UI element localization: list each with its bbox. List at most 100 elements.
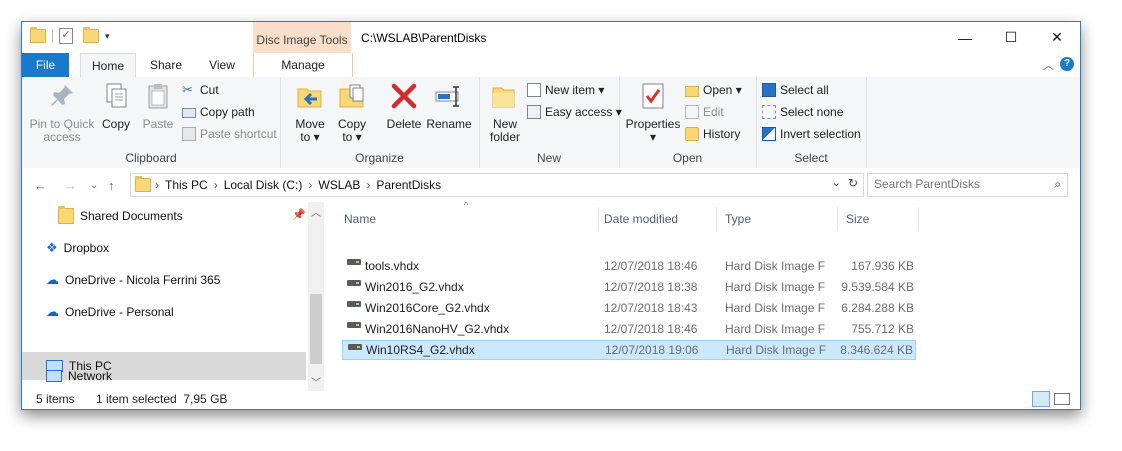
nav-item-onedrive-personal[interactable]: ☁ OneDrive - Personal (22, 298, 306, 326)
history-icon (685, 127, 699, 141)
search-icon[interactable]: ⌕ (1054, 177, 1061, 192)
file-date: 12/07/2018 18:38 (604, 280, 698, 294)
column-date-modified[interactable]: Date modified (604, 207, 717, 231)
breadcrumb-wslab[interactable]: WSLAB (318, 178, 360, 192)
new-folder-button[interactable]: New folder (485, 81, 525, 144)
customize-dropdown-icon[interactable]: ▾ (105, 31, 110, 42)
easy-access-button[interactable]: Easy access ▾ (527, 105, 622, 119)
quick-access-toolbar: ✓ ▾ (30, 27, 110, 44)
window-title: C:\WSLAB\ParentDisks (361, 31, 487, 45)
scroll-up-icon[interactable]: ︿ (311, 204, 321, 219)
nav-item-shared-documents[interactable]: Shared Documents 📌 (22, 202, 306, 230)
vhdx-file-icon (348, 344, 362, 350)
vhdx-file-icon (347, 301, 361, 307)
breadcrumb-local-disk[interactable]: Local Disk (C:) (224, 178, 303, 192)
pin-label-2: access (43, 130, 81, 144)
table-row-selected[interactable]: Win10RS4_G2.vhdx 12/07/2018 19:06 Hard D… (342, 340, 916, 360)
table-row[interactable]: Win2016Core_G2.vhdx 12/07/2018 18:43 Har… (342, 298, 916, 318)
clipboard-icon (148, 84, 168, 109)
move-to-button[interactable]: Move to ▾ (292, 81, 328, 144)
copy-button[interactable]: Copy (98, 81, 134, 131)
table-row[interactable]: Win2016_G2.vhdx 12/07/2018 18:38 Hard Di… (342, 277, 916, 297)
address-bar[interactable]: › This PC › Local Disk (C:) › WSLAB › Pa… (130, 173, 864, 197)
folder-icon[interactable] (30, 27, 46, 43)
select-none-button[interactable]: Select none (762, 105, 843, 119)
properties-dropdown[interactable]: ▾ (625, 131, 681, 144)
tab-home[interactable]: Home (80, 53, 136, 79)
copy-icon (106, 83, 127, 108)
table-row[interactable]: tools.vhdx 12/07/2018 18:46 Hard Disk Im… (342, 256, 916, 276)
column-type[interactable]: Type (725, 207, 838, 231)
rename-button[interactable]: Rename (426, 81, 472, 131)
recent-locations-icon[interactable]: ⌄ (90, 180, 98, 191)
tab-file[interactable]: File (22, 53, 69, 77)
copy-to-button[interactable]: Copy to ▾ (334, 81, 370, 144)
rename-label: Rename (426, 117, 472, 131)
paste-shortcut-button[interactable]: Paste shortcut (182, 127, 277, 141)
dropbox-icon: ❖ (46, 240, 58, 255)
tab-manage[interactable]: Manage (253, 53, 353, 77)
copy-label: Copy (101, 117, 130, 131)
tab-view[interactable]: View (196, 53, 248, 77)
minimize-button[interactable]: — (942, 22, 988, 53)
copy-path-button[interactable]: Copy path (182, 105, 255, 119)
tab-share[interactable]: Share (140, 53, 192, 77)
file-size: 9.539.584 KB (841, 280, 914, 294)
select-all-label: Select all (780, 83, 829, 97)
collapse-ribbon-icon[interactable]: ︿ (1043, 57, 1054, 73)
new-item-button[interactable]: New item ▾ (527, 83, 604, 97)
back-arrow-icon[interactable]: ← (34, 178, 47, 193)
scroll-down-icon[interactable]: ﹀ (311, 374, 321, 389)
pin-to-quick-access-button[interactable]: Pin to Quick access (28, 81, 96, 144)
properties-check-icon[interactable]: ✓ (59, 28, 73, 44)
help-icon[interactable]: ? (1060, 57, 1074, 71)
nav-item-onedrive-business[interactable]: ☁ OneDrive - Nicola Ferrini 365 (22, 266, 306, 294)
status-bar: 5 items 1 item selected 7,95 GB (22, 391, 1080, 409)
maximize-button[interactable]: ☐ (988, 22, 1034, 53)
navigation-scrollbar[interactable]: ︿ ﹀ (308, 202, 324, 391)
edit-button[interactable]: Edit (685, 105, 724, 119)
cut-label: Cut (200, 83, 219, 97)
history-label: History (703, 127, 741, 141)
nav-item-network-visible[interactable]: Network (22, 364, 306, 388)
breadcrumb-parentdisks[interactable]: ParentDisks (376, 178, 441, 192)
delete-button[interactable]: Delete (384, 81, 424, 131)
close-icon: ✕ (1051, 29, 1063, 45)
paste-button[interactable]: Paste (140, 81, 176, 131)
breadcrumb-separator: › (308, 178, 313, 192)
cut-button[interactable]: ✂ Cut (182, 82, 219, 98)
new-folder-icon[interactable] (83, 27, 99, 43)
nav-item-dropbox[interactable]: ❖ Dropbox (22, 234, 306, 262)
history-button[interactable]: History (685, 127, 740, 141)
search-box[interactable]: ⌕ (867, 173, 1068, 197)
scrollbar-thumb[interactable] (310, 294, 322, 364)
refresh-icon[interactable]: ↻ (848, 176, 858, 190)
breadcrumb-separator: › (366, 178, 371, 192)
address-dropdown-icon[interactable]: ⌄ (832, 176, 841, 189)
new-folder-label-2: folder (489, 130, 521, 144)
invert-selection-button[interactable]: Invert selection (762, 127, 861, 141)
file-date: 12/07/2018 18:43 (604, 301, 698, 315)
table-row[interactable]: Win2016NanoHV_G2.vhdx 12/07/2018 18:46 H… (342, 319, 916, 339)
open-button[interactable]: Open ▾ (685, 83, 742, 97)
folder-icon (135, 176, 151, 192)
pin-icon[interactable]: 📌 (292, 208, 306, 221)
details-view-icon[interactable] (1032, 391, 1050, 407)
open-label: Open ▾ (703, 83, 742, 97)
new-group-label: New (536, 151, 561, 165)
select-all-icon (762, 83, 776, 97)
column-name[interactable]: Name (342, 207, 599, 231)
scissors-icon: ✂ (182, 82, 193, 97)
large-icons-view-icon[interactable] (1054, 393, 1070, 405)
edit-icon (685, 105, 699, 119)
forward-arrow-icon[interactable]: → (64, 178, 77, 193)
onedrive-icon: ☁ (46, 304, 59, 319)
column-size[interactable]: Size (846, 207, 919, 231)
copy-to-icon (339, 84, 364, 108)
close-button[interactable]: ✕ (1034, 22, 1080, 53)
select-all-button[interactable]: Select all (762, 83, 829, 97)
breadcrumb-this-pc[interactable]: This PC (165, 178, 208, 192)
properties-button[interactable]: Properties ▾ (625, 81, 681, 144)
up-arrow-icon[interactable]: ↑ (108, 178, 115, 193)
search-input[interactable] (874, 177, 1044, 191)
